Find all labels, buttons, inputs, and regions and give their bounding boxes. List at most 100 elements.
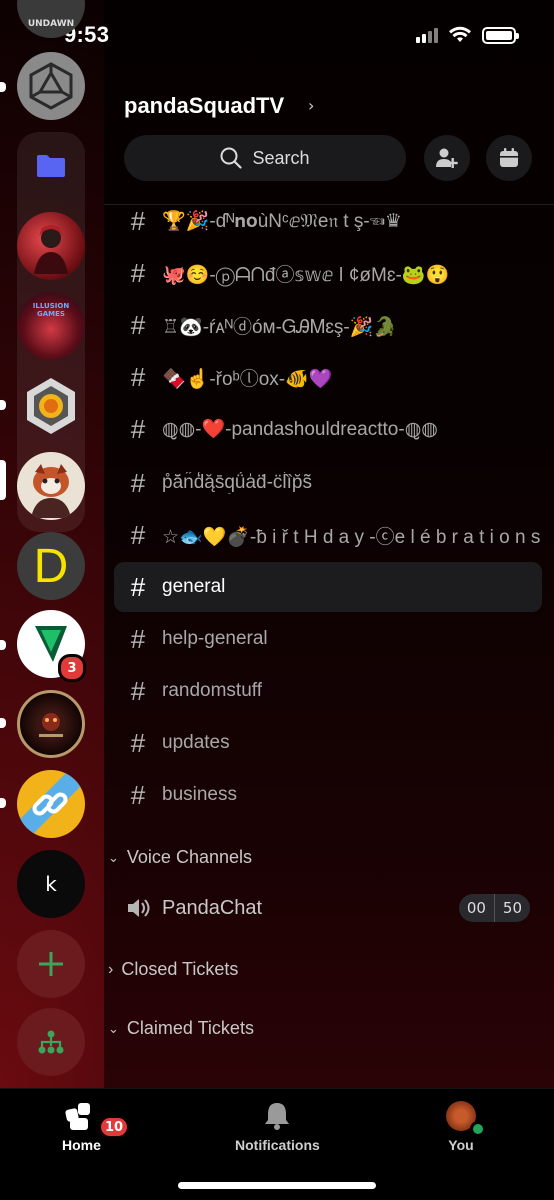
discover-servers-button[interactable] bbox=[17, 1008, 85, 1076]
category-claimed-tickets[interactable]: ⌄ Claimed Tickets bbox=[108, 1018, 254, 1039]
unread-pill bbox=[0, 400, 6, 410]
folder-icon bbox=[37, 155, 65, 177]
voice-user-limit: 50 bbox=[502, 899, 522, 917]
hashtag-icon: # bbox=[130, 257, 146, 288]
home-indicator[interactable] bbox=[178, 1182, 376, 1189]
chevron-down-icon: ⌄ bbox=[108, 849, 119, 865]
undawn-label: UNDAWN bbox=[27, 19, 75, 29]
channel-item[interactable]: # 🐙☺️-ⓟᗩᑎđⓐ𝕤𝕨ⅇ ǀ ¢øMɛ-🐸😲 bbox=[114, 248, 542, 298]
folder-toggle[interactable] bbox=[17, 132, 85, 200]
unread-pill bbox=[0, 640, 6, 650]
server-d-letter: D bbox=[33, 539, 69, 593]
user-avatar bbox=[446, 1101, 486, 1137]
add-server-button[interactable] bbox=[17, 930, 85, 998]
battery-icon bbox=[482, 26, 519, 44]
online-status-dot bbox=[470, 1121, 486, 1137]
hashtag-icon: # bbox=[130, 727, 146, 758]
bell-icon bbox=[265, 1103, 290, 1130]
voice-channel-name: PandaChat bbox=[162, 896, 263, 919]
server-d[interactable]: D bbox=[17, 532, 85, 600]
hashtag-icon: # bbox=[130, 571, 146, 602]
channel-name: ☆🐟💛💣-ƀ i ř t H d a y -ⓒe l é b r a t i o… bbox=[162, 526, 541, 548]
channel-name: ♖🐼-ŕᴀᴺⓓóм-ᏀᎯᎷɛş-🎉🐊 bbox=[162, 316, 398, 338]
hashtag-icon: # bbox=[130, 779, 146, 810]
home-icon bbox=[65, 1103, 91, 1130]
server-k-letter: k bbox=[45, 872, 57, 896]
channel-item[interactable]: # 🏆🎉-ɗᴺ𝐧𝐨ùNᶜⅇ𝔐e𝔫 t ş-☜♛ bbox=[114, 196, 542, 246]
search-icon bbox=[220, 147, 243, 169]
invite-members-button[interactable] bbox=[424, 135, 470, 181]
server-shield[interactable] bbox=[17, 372, 85, 440]
server-illusion-games[interactable]: ILLUSION GAMES bbox=[17, 292, 85, 360]
search-button[interactable]: Search bbox=[124, 135, 406, 181]
channel-item[interactable]: # help-general bbox=[114, 614, 542, 664]
speaker-icon bbox=[128, 899, 150, 917]
hashtag-icon: # bbox=[130, 413, 146, 444]
tab-home[interactable]: Home bbox=[62, 1101, 101, 1153]
server-chain[interactable] bbox=[17, 770, 85, 838]
chevron-down-icon: ⌄ bbox=[108, 1020, 119, 1036]
hashtag-icon: # bbox=[130, 623, 146, 654]
hashtag-icon: # bbox=[130, 467, 146, 498]
channel-item[interactable]: # p̊ā̆n̋d̒ą̆s̄q̗ǘa̍d̈-c̈l̍ȉp̆s̃ bbox=[114, 458, 542, 508]
channel-name: 🐙☺️-ⓟᗩᑎđⓐ𝕤𝕨ⅇ ǀ ¢øMɛ-🐸😲 bbox=[162, 264, 450, 286]
channel-item-general[interactable]: # general bbox=[114, 562, 542, 612]
server-name[interactable]: pandaSquadTV bbox=[124, 93, 284, 119]
category-label: Claimed Tickets bbox=[126, 1018, 254, 1038]
illusion-games-label: ILLUSION GAMES bbox=[32, 302, 70, 318]
category-label: Closed Tickets bbox=[121, 959, 239, 979]
channel-name: 🏆🎉-ɗᴺ𝐧𝐨ùNᶜⅇ𝔐e𝔫 t ş-☜♛ bbox=[162, 211, 402, 232]
channel-name: ◍̮◍-❤️-pandashouldreactto-◍̮◍ bbox=[162, 419, 438, 440]
status-icons bbox=[416, 26, 519, 44]
hierarchy-icon bbox=[38, 1030, 64, 1054]
channel-name: help-general bbox=[162, 628, 268, 649]
channel-item[interactable]: # business bbox=[114, 770, 542, 820]
unread-pill bbox=[0, 798, 6, 808]
voice-user-count: 00 50 bbox=[458, 894, 530, 922]
channel-name: business bbox=[162, 784, 237, 805]
server-hexagon[interactable] bbox=[17, 52, 85, 120]
channel-item[interactable]: # ☆🐟💛💣-ƀ i ř t H d a y -ⓒe l é b r a t i… bbox=[114, 510, 542, 560]
server-k[interactable]: k bbox=[17, 850, 85, 918]
tab-notifications-label: Notifications bbox=[235, 1137, 320, 1153]
channel-name: 🍫☝️-řᴏᵇⓛᴏx-🐠💜 bbox=[162, 368, 333, 390]
calendar-icon bbox=[500, 148, 518, 167]
chevron-right-icon: › bbox=[108, 960, 114, 978]
category-closed-tickets[interactable]: › Closed Tickets bbox=[108, 959, 238, 980]
channel-name: updates bbox=[162, 732, 230, 753]
hashtag-icon: # bbox=[130, 675, 146, 706]
server-dark-emblem[interactable] bbox=[17, 690, 85, 758]
tab-notifications[interactable]: Notifications bbox=[235, 1101, 320, 1153]
hashtag-icon: # bbox=[130, 519, 146, 550]
server-panda[interactable] bbox=[17, 452, 85, 520]
channel-name: randomstuff bbox=[162, 680, 262, 701]
plus-icon bbox=[39, 952, 63, 976]
server-anime[interactable] bbox=[17, 212, 85, 280]
chevron-right-icon[interactable]: › bbox=[308, 96, 314, 115]
shield-icon bbox=[27, 378, 75, 434]
wifi-icon bbox=[449, 26, 471, 42]
channel-item[interactable]: # ♖🐼-ŕᴀᴺⓓóм-ᏀᎯᎷɛş-🎉🐊 bbox=[114, 300, 542, 350]
selected-server-indicator bbox=[0, 460, 6, 500]
unread-pill bbox=[0, 718, 6, 728]
red-panda-avatar-icon bbox=[31, 464, 71, 518]
voice-current-count: 00 bbox=[466, 899, 486, 917]
channel-item[interactable]: # randomstuff bbox=[114, 666, 542, 716]
channel-name: general bbox=[162, 576, 226, 597]
channel-item[interactable]: # updates bbox=[114, 718, 542, 768]
link-icon bbox=[17, 770, 85, 838]
server-undawn[interactable]: UNDAWN bbox=[17, 0, 85, 38]
channel-item[interactable]: # 🍫☝️-řᴏᵇⓛᴏx-🐠💜 bbox=[114, 352, 542, 402]
server-rail: UNDAWN ILLUSION GAMES D 3 k bbox=[0, 0, 104, 1088]
tab-you-label: You bbox=[448, 1137, 474, 1153]
channel-item[interactable]: # ◍̮◍-❤️-pandashouldreactto-◍̮◍ bbox=[114, 404, 542, 454]
signal-icon bbox=[416, 27, 438, 43]
category-label: Voice Channels bbox=[126, 847, 252, 867]
tab-you[interactable]: You bbox=[446, 1101, 486, 1153]
hashtag-icon: # bbox=[130, 361, 146, 392]
tab-home-label: Home bbox=[62, 1137, 101, 1153]
events-button[interactable] bbox=[486, 135, 532, 181]
emblem-icon bbox=[39, 713, 63, 737]
server-mention-badge: 3 bbox=[58, 654, 86, 682]
category-voice-channels[interactable]: ⌄ Voice Channels bbox=[108, 847, 252, 868]
